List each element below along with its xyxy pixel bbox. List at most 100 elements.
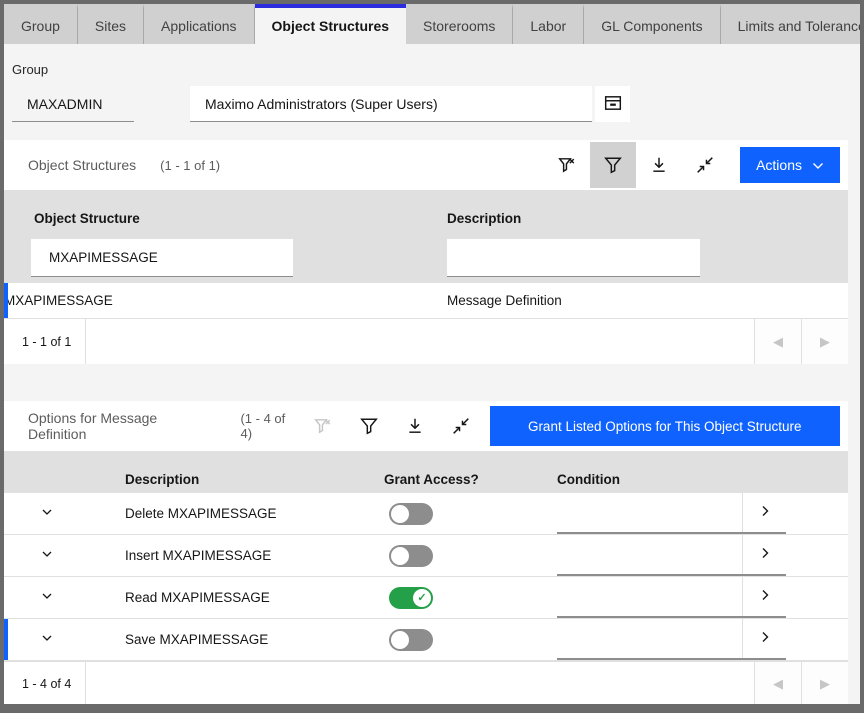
selected-row-indicator <box>4 619 8 660</box>
options-header: Options for Message Definition (1 - 4 of… <box>4 401 848 451</box>
grant-access-toggle[interactable]: ✓ <box>389 629 433 651</box>
next-page-button[interactable]: ▶ <box>801 319 848 364</box>
condition-input[interactable] <box>557 493 742 532</box>
row-expander-button[interactable] <box>24 577 70 618</box>
collapse-table-button[interactable] <box>682 142 728 188</box>
tab-object-structures[interactable]: Object Structures <box>255 4 406 44</box>
grant-listed-options-button[interactable]: Grant Listed Options for This Object Str… <box>490 406 840 446</box>
pagination-range: 1 - 4 of 4 <box>4 662 86 705</box>
option-row-read[interactable]: Read MXAPIMESSAGE ✓ <box>4 577 848 619</box>
chevron-right-icon: ▶ <box>820 676 830 692</box>
filter-button[interactable] <box>346 403 392 449</box>
collapse-table-button[interactable] <box>438 403 484 449</box>
filter-remove-icon <box>314 417 332 435</box>
group-name-field[interactable]: MAXADMIN <box>12 86 134 122</box>
tab-label: Sites <box>95 18 126 34</box>
chevron-down-icon <box>39 504 55 523</box>
collapse-arrows-icon <box>452 417 470 435</box>
download-button[interactable] <box>636 142 682 188</box>
record-count: (1 - 1 of 1) <box>160 158 220 173</box>
object-structure-cell: MXAPIMESSAGE <box>4 283 424 318</box>
selected-row-indicator <box>4 283 8 318</box>
tab-label: Storerooms <box>423 18 495 34</box>
clear-filter-button-disabled[interactable] <box>300 403 346 449</box>
previous-page-button[interactable]: ◀ <box>754 319 801 364</box>
column-header-condition: Condition <box>557 451 721 493</box>
condition-input[interactable] <box>557 619 742 658</box>
chevron-right-icon: ▶ <box>820 334 830 350</box>
detail-menu-icon <box>604 94 622 115</box>
next-page-button[interactable]: ▶ <box>801 662 848 705</box>
group-field-block: Group MAXADMIN <box>4 44 860 140</box>
condition-input[interactable] <box>557 577 742 616</box>
tab-applications[interactable]: Applications <box>144 4 255 44</box>
object-structure-filter-input[interactable] <box>31 239 293 277</box>
previous-page-button[interactable]: ◀ <box>754 662 801 705</box>
option-description-cell: Insert MXAPIMESSAGE <box>125 535 384 576</box>
collapse-arrows-icon <box>696 156 714 174</box>
pagination-range: 1 - 1 of 1 <box>4 319 86 364</box>
maximo-security-group-window: Group Sites Applications Object Structur… <box>0 0 864 713</box>
chevron-down-icon <box>39 588 55 607</box>
object-structures-filter-row <box>4 232 848 283</box>
download-icon <box>650 156 668 174</box>
row-expander-button[interactable] <box>24 493 70 534</box>
chevron-left-icon: ◀ <box>773 676 783 692</box>
options-panel: Options for Message Definition (1 - 4 of… <box>4 401 848 705</box>
object-structure-row[interactable]: MXAPIMESSAGE Message Definition <box>4 283 848 318</box>
section-divider <box>4 364 860 401</box>
object-structures-pagination: 1 - 1 of 1 ◀ ▶ <box>4 318 848 364</box>
tab-label: Group <box>21 18 60 34</box>
chevron-down-icon <box>812 157 824 173</box>
column-header-grant-access: Grant Access? <box>384 451 557 493</box>
grant-access-toggle[interactable]: ✓ <box>389 587 433 609</box>
row-expander-button[interactable] <box>24 535 70 576</box>
toggle-knob: ✓ <box>391 505 409 523</box>
toggle-knob: ✓ <box>391 547 409 565</box>
tab-sites[interactable]: Sites <box>78 4 144 44</box>
grant-access-toggle[interactable]: ✓ <box>389 545 433 567</box>
group-field-label: Group <box>12 62 860 77</box>
filter-button[interactable] <box>590 142 636 188</box>
actions-button[interactable]: Actions <box>740 147 840 183</box>
object-structures-table-header: Object Structure Description <box>4 190 848 232</box>
download-icon <box>406 417 424 435</box>
description-cell: Message Definition <box>424 283 848 318</box>
filter-icon <box>604 156 622 174</box>
column-header-description: Description <box>125 451 384 493</box>
chevron-left-icon: ◀ <box>773 334 783 350</box>
filter-icon <box>360 417 378 435</box>
option-row-delete[interactable]: Delete MXAPIMESSAGE ✓ <box>4 493 848 535</box>
actions-button-label: Actions <box>756 157 802 173</box>
download-button[interactable] <box>392 403 438 449</box>
clear-filter-button[interactable] <box>544 142 590 188</box>
row-expander-button[interactable] <box>24 619 70 660</box>
group-description-input[interactable] <box>190 86 592 122</box>
section-title: Options for Message Definition <box>28 410 216 442</box>
tab-group[interactable]: Group <box>4 4 78 44</box>
column-header-object-structure: Object Structure <box>4 190 424 232</box>
object-structures-header: Object Structures (1 - 1 of 1) <box>4 140 848 190</box>
tab-limits-and-tolerances[interactable]: Limits and Tolerances <box>721 4 860 44</box>
grant-access-toggle[interactable]: ✓ <box>389 503 433 525</box>
tab-bar: Group Sites Applications Object Structur… <box>4 4 860 44</box>
option-description-cell: Save MXAPIMESSAGE <box>125 619 384 660</box>
object-structures-panel: Object Structures (1 - 1 of 1) <box>4 140 848 364</box>
option-row-insert[interactable]: Insert MXAPIMESSAGE ✓ <box>4 535 848 577</box>
tab-labor[interactable]: Labor <box>513 4 584 44</box>
tab-label: Object Structures <box>272 18 389 34</box>
tab-gl-components[interactable]: GL Components <box>584 4 720 44</box>
option-description-cell: Read MXAPIMESSAGE <box>125 577 384 618</box>
condition-input[interactable] <box>557 535 742 574</box>
toggle-knob: ✓ <box>391 631 409 649</box>
filter-remove-icon <box>558 156 576 174</box>
option-description-cell: Delete MXAPIMESSAGE <box>125 493 384 534</box>
toggle-knob: ✓ <box>413 589 431 607</box>
chevron-down-icon <box>39 630 55 649</box>
tab-storerooms[interactable]: Storerooms <box>406 4 513 44</box>
description-filter-input[interactable] <box>447 239 700 277</box>
chevron-down-icon <box>39 546 55 565</box>
option-row-save[interactable]: Save MXAPIMESSAGE ✓ <box>4 619 848 661</box>
options-table-header: Description Grant Access? Condition <box>4 451 848 493</box>
group-detail-menu-button[interactable] <box>595 86 630 122</box>
